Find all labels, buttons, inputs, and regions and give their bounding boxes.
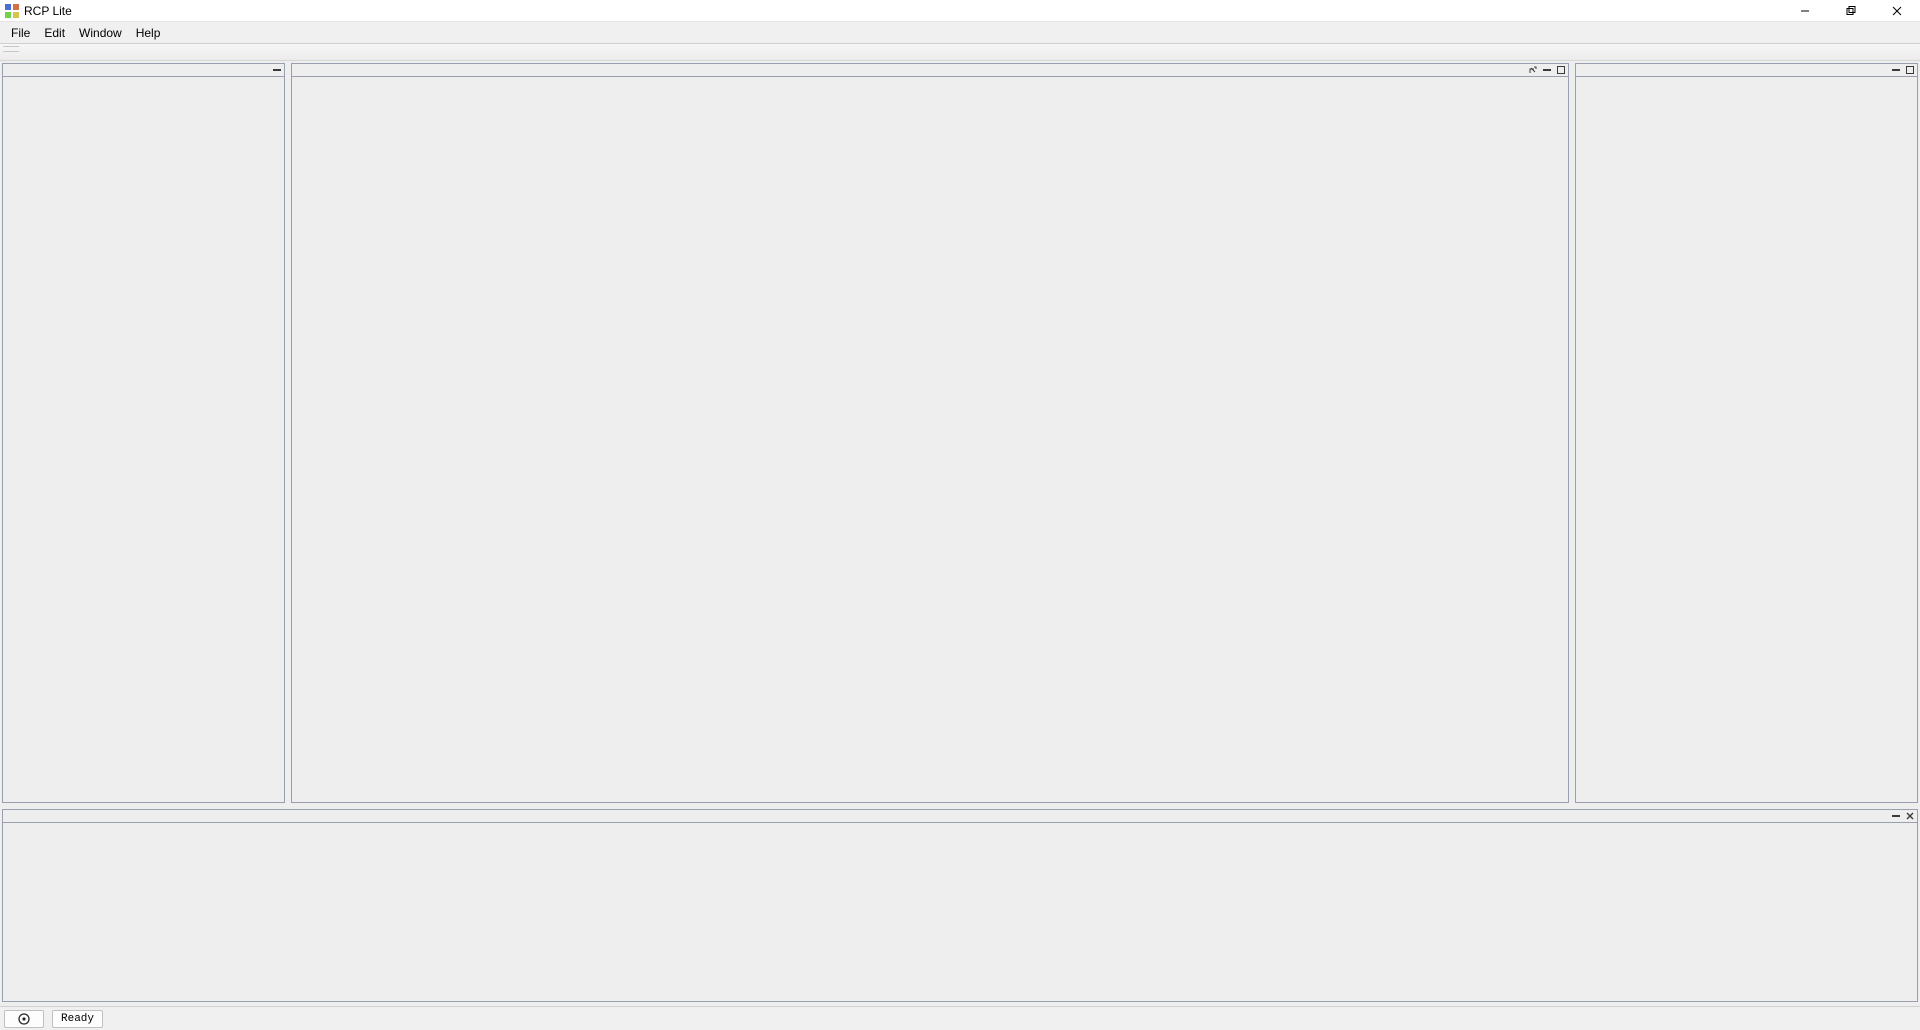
window-maximize-button[interactable] [1828, 0, 1874, 21]
right-pane-tabbar [1576, 64, 1917, 77]
editor-pane-body [292, 77, 1568, 802]
window-title: RCP Lite [24, 4, 72, 18]
window-minimize-button[interactable] [1782, 0, 1828, 21]
right-pane-maximize-button[interactable] [1905, 65, 1915, 75]
editor-pane-minimize-button[interactable] [1542, 65, 1552, 75]
app-icon [4, 3, 20, 19]
editor-pane-restore-button[interactable] [1528, 65, 1538, 75]
right-pane [1575, 63, 1918, 803]
right-pane-body [1576, 77, 1917, 802]
titlebar: RCP Lite [0, 0, 1920, 22]
editor-pane [291, 63, 1569, 803]
left-pane-tabbar [3, 64, 284, 77]
menubar: File Edit Window Help [0, 22, 1920, 44]
left-pane-minimize-button[interactable] [272, 65, 282, 75]
status-progress-button[interactable] [4, 1010, 44, 1028]
toolbar-strip [0, 44, 1920, 61]
menu-edit[interactable]: Edit [37, 24, 72, 42]
bottom-pane-body [3, 823, 1917, 1001]
statusbar: Ready [0, 1006, 1920, 1030]
status-text-label: Ready [61, 1013, 94, 1025]
menu-file[interactable]: File [4, 24, 37, 42]
window-controls [1782, 0, 1920, 21]
left-pane-body [3, 77, 284, 802]
workbench [0, 61, 1920, 1006]
editor-pane-maximize-button[interactable] [1556, 65, 1566, 75]
bottom-pane-tabbar [3, 810, 1917, 823]
toolbar-handle[interactable] [3, 46, 19, 52]
bottom-pane-close-button[interactable] [1905, 811, 1915, 821]
bottom-pane [2, 809, 1918, 1002]
right-pane-minimize-button[interactable] [1891, 65, 1901, 75]
editor-pane-tabbar [292, 64, 1568, 77]
status-text: Ready [52, 1010, 103, 1028]
running-icon [18, 1013, 30, 1025]
menu-window[interactable]: Window [72, 24, 129, 42]
bottom-pane-minimize-button[interactable] [1891, 811, 1901, 821]
window-close-button[interactable] [1874, 0, 1920, 21]
left-pane [2, 63, 285, 803]
menu-help[interactable]: Help [129, 24, 168, 42]
